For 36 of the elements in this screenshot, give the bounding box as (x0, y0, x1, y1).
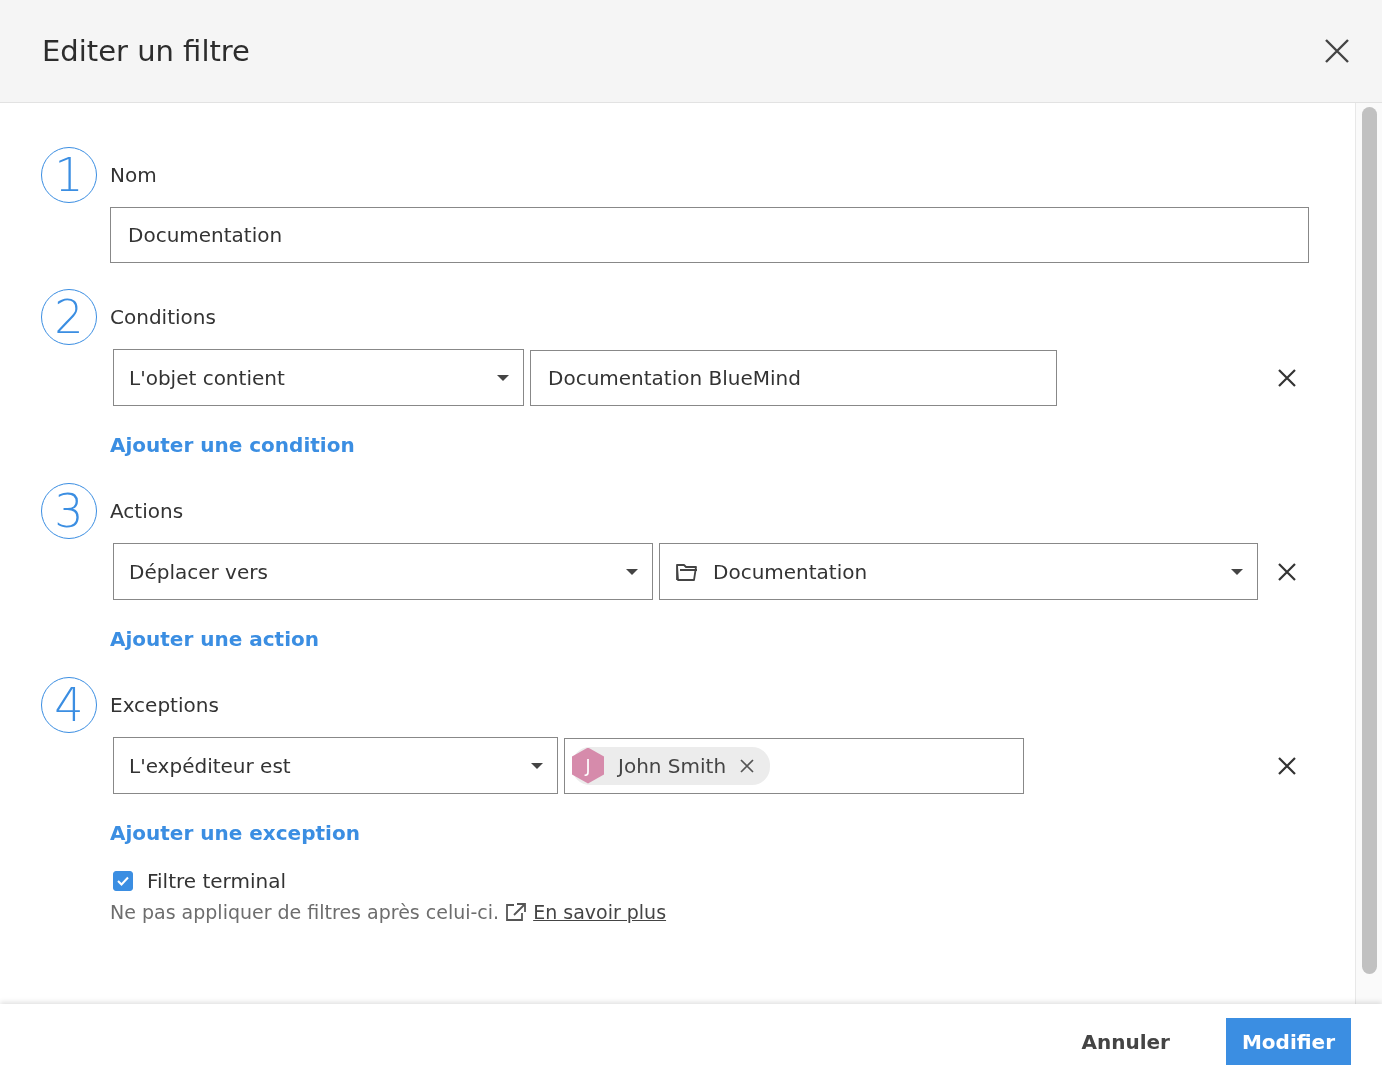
avatar-initial: J (572, 747, 604, 784)
remove-row-button[interactable] (1278, 562, 1296, 581)
step-label: Exceptions (110, 693, 219, 717)
caret-icon (626, 568, 638, 575)
remove-row-button[interactable] (1278, 368, 1296, 387)
step-label: Nom (110, 163, 157, 187)
folder-dropdown[interactable]: Documentation (659, 543, 1258, 600)
remove-icon[interactable] (740, 758, 755, 773)
step-label: Actions (110, 499, 184, 523)
checkbox[interactable] (113, 871, 133, 891)
contact-chip: J John Smith (572, 746, 771, 785)
external-link-icon (505, 902, 528, 922)
folder-icon (675, 561, 699, 582)
value-input[interactable]: Documentation BlueMind (530, 349, 1057, 406)
remove-row-button[interactable] (1278, 756, 1296, 775)
scrollbar-thumb[interactable] (1361, 107, 1377, 974)
name-input[interactable]: Documentation (110, 207, 1309, 263)
learn-more-link[interactable]: En savoir plus (533, 901, 667, 923)
cancel-button[interactable]: Annuler (1065, 1018, 1186, 1065)
step-label: Conditions (110, 305, 216, 329)
rule-dropdown[interactable]: L'objet contient (113, 349, 524, 406)
caret-icon (497, 374, 509, 381)
rule-dropdown[interactable]: Déplacer vers (113, 543, 653, 600)
description-text: Ne pas appliquer de filtres après celui-ci. (110, 901, 500, 923)
caret-icon (1231, 568, 1243, 575)
close-icon (1324, 38, 1350, 64)
close-icon (1278, 562, 1296, 581)
rule-dropdown[interactable]: L'expéditeur est (113, 737, 558, 794)
close-icon (1278, 368, 1296, 387)
close-button[interactable] (1324, 38, 1350, 64)
close-icon (1278, 756, 1296, 775)
caret-icon (531, 762, 543, 769)
checkbox-label: Filtre terminal (147, 869, 286, 893)
contact-input[interactable]: J John Smith (564, 737, 1024, 794)
checkmark-icon (116, 874, 130, 888)
dialog-title: Editer un filtre (42, 34, 250, 68)
